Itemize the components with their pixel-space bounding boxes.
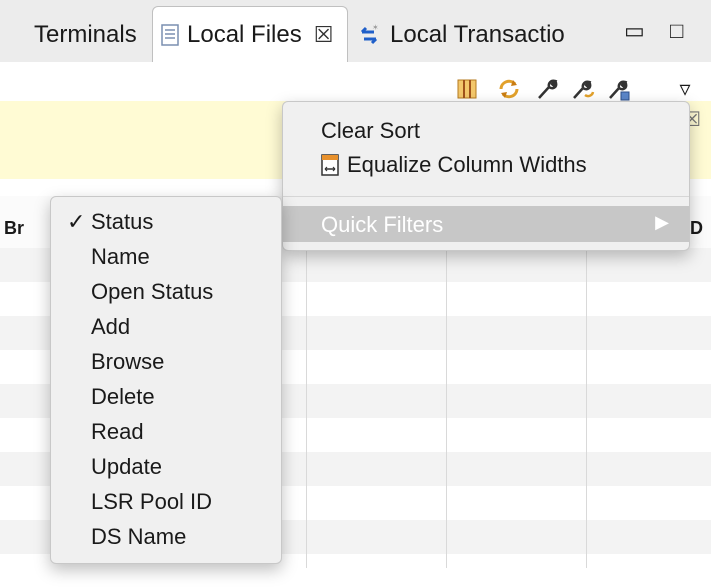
columns-icon[interactable] [454,76,480,102]
column-menu-item[interactable]: Read [91,419,144,445]
wrench-icon[interactable] [534,76,560,102]
column-divider [446,248,447,568]
tab-terminals-label: Terminals [34,21,137,48]
refresh-icon[interactable] [496,76,522,102]
equalize-columns-menu-item[interactable]: Equalize Column Widths [321,152,587,178]
checkmark-icon: ✓ [67,209,86,234]
column-menu-item[interactable]: Update [91,454,162,480]
svg-text:✶: ✶ [372,23,379,32]
file-icon [161,24,179,46]
transaction-icon: ✶ [356,22,382,48]
submenu-arrow-icon: ▶ [655,212,669,232]
column-divider [586,248,587,568]
column-menu-item[interactable]: Browse [91,349,164,375]
column-menu-item[interactable]: DS Name [91,524,186,550]
column-visibility-menu: ✓ Status Name Open Status Add Browse Del… [50,196,282,564]
view-tab-bar: Terminals Local Files ☒ ✶ Local Transact… [0,0,711,63]
view-menu: Clear Sort Equalize Column Widths Quick … [282,101,690,251]
clear-sort-menu-item[interactable]: Clear Sort [321,118,420,144]
column-menu-item[interactable]: Status [91,209,153,235]
equalize-columns-label: Equalize Column Widths [347,152,587,177]
tab-local-transactions[interactable]: ✶ Local Transactio [356,8,565,62]
column-menu-item[interactable]: LSR Pool ID [91,489,212,515]
column-menu-item[interactable]: Name [91,244,150,270]
minimize-icon[interactable]: ▭ [624,18,645,44]
menu-separator [283,196,689,197]
equalize-columns-icon [321,154,339,176]
column-menu-item[interactable]: Delete [91,384,155,410]
close-icon[interactable]: ☒ [314,22,334,48]
view-toolbar: ▿ [0,62,711,102]
tab-local-transactions-label: Local Transactio [390,21,565,48]
column-header[interactable]: Br [4,218,24,239]
tab-terminals[interactable]: Terminals [34,8,137,62]
wrench-refresh-icon[interactable] [570,76,596,102]
tab-local-files-label: Local Files [187,21,302,48]
quick-filters-menu-item[interactable]: Quick Filters ▶ [283,206,689,242]
column-divider [306,248,307,568]
column-menu-item[interactable]: Open Status [91,279,213,305]
clear-sort-label: Clear Sort [321,118,421,143]
column-header[interactable]: D [690,218,703,239]
maximize-icon[interactable]: □ [670,18,683,44]
tab-local-files[interactable]: Local Files ☒ [152,6,348,63]
view-menu-icon[interactable]: ▿ [672,76,698,102]
column-menu-item[interactable]: Add [91,314,130,340]
quick-filters-label: Quick Filters [321,212,444,237]
wrench-save-icon[interactable] [606,76,632,102]
